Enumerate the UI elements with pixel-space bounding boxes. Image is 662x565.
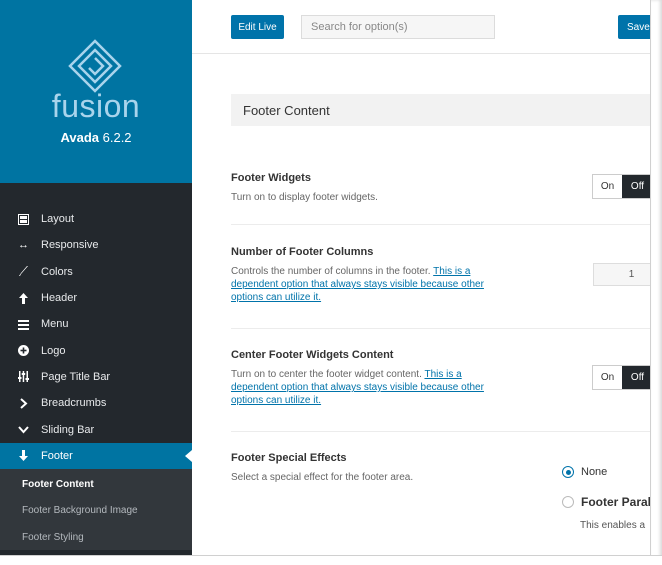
sidebar-item-logo[interactable]: Logo — [0, 337, 192, 363]
option-title: Footer Special Effects — [231, 452, 347, 464]
sidebar: fusion Avada 6.2.2 Layout ↔ Responsive C… — [0, 0, 192, 565]
option-description: Turn on to center the footer widget cont… — [231, 368, 496, 407]
logo-wordmark: fusion — [51, 88, 141, 124]
arrow-up-icon — [17, 292, 30, 305]
toggle-off[interactable]: Off — [622, 175, 653, 198]
radio-label: Footer Parall — [581, 495, 655, 509]
sidebar-item-label: Sliding Bar — [41, 423, 95, 436]
search-input[interactable] — [301, 15, 495, 39]
sidebar-item-label: Header — [41, 292, 78, 305]
fusion-logo-icon — [68, 39, 122, 93]
chevron-down-icon — [17, 423, 30, 436]
product-version: Avada 6.2.2 — [0, 130, 192, 145]
radio-none[interactable]: None — [562, 466, 607, 478]
submenu-item-footer-styling[interactable]: Footer Styling — [0, 524, 192, 551]
version-number: 6.2.2 — [102, 130, 132, 145]
sidebar-item-label: Menu — [41, 318, 69, 331]
description-text: Turn on to center the footer widget cont… — [231, 369, 422, 380]
toggle-off[interactable]: Off — [622, 366, 653, 389]
sidebar-item-label: Responsive — [41, 239, 99, 252]
option-footer-columns: Number of Footer Columns Controls the nu… — [231, 246, 662, 329]
radio-unselected-icon — [562, 496, 574, 508]
options-panel: Footer Content Footer Widgets Turn on to… — [192, 55, 662, 565]
footer-submenu: Footer Content Footer Background Image F… — [0, 468, 192, 551]
option-footer-widgets: Footer Widgets Turn on to display footer… — [231, 172, 662, 225]
option-center-footer-widgets: Center Footer Widgets Content Turn on to… — [231, 349, 662, 432]
sidebar-item-layout[interactable]: Layout — [0, 206, 192, 232]
window-bottom-edge — [0, 555, 662, 565]
sidebar-item-label: Page Title Bar — [41, 370, 111, 383]
radio-footer-parallax[interactable]: Footer Parall — [562, 495, 654, 509]
sidebar-item-sliding-bar[interactable]: Sliding Bar — [0, 416, 192, 442]
sidebar-item-colors[interactable]: Colors — [0, 259, 192, 285]
hamburger-icon — [17, 318, 30, 331]
option-footer-special-effects: Footer Special Effects Select a special … — [231, 452, 662, 562]
sidebar-item-header[interactable]: Header — [0, 285, 192, 311]
parallax-description: This enables a — [580, 520, 646, 531]
sidebar-item-label: Breadcrumbs — [41, 397, 107, 410]
plus-circle-icon — [17, 344, 30, 357]
radio-label: None — [581, 466, 608, 478]
sidebar-item-menu[interactable]: Menu — [0, 311, 192, 337]
brand-panel: fusion Avada 6.2.2 — [0, 0, 192, 183]
submenu-item-footer-background-image[interactable]: Footer Background Image — [0, 497, 192, 524]
edit-live-button[interactable]: Edit Live — [231, 15, 284, 39]
submenu-item-footer-content[interactable]: Footer Content — [0, 471, 192, 498]
description-text: Controls the number of columns in the fo… — [231, 266, 431, 277]
section-title: Footer Content — [231, 94, 662, 126]
sidebar-item-label: Layout — [41, 213, 75, 226]
center-widgets-toggle[interactable]: On Off — [592, 365, 654, 390]
sidebar-item-breadcrumbs[interactable]: Breadcrumbs — [0, 390, 192, 416]
arrow-down-icon — [17, 449, 30, 462]
option-title: Number of Footer Columns — [231, 246, 374, 258]
sidebar-item-label: Footer — [41, 449, 73, 462]
option-description: Turn on to display footer widgets. — [231, 192, 378, 203]
toggle-on[interactable]: On — [593, 366, 622, 389]
sliders-icon — [17, 370, 30, 383]
layout-icon — [17, 213, 30, 226]
option-description: Controls the number of columns in the fo… — [231, 265, 496, 304]
product-name: Avada — [60, 130, 99, 145]
arrows-horizontal-icon: ↔ — [18, 239, 29, 252]
footer-widgets-toggle[interactable]: On Off — [592, 174, 654, 199]
option-title: Center Footer Widgets Content — [231, 349, 394, 361]
sidebar-item-label: Colors — [41, 265, 73, 278]
option-description: Select a special effect for the footer a… — [231, 472, 414, 483]
sidebar-item-responsive[interactable]: ↔ Responsive — [0, 232, 192, 258]
top-toolbar: Edit Live Save — [192, 0, 662, 54]
window-edge — [650, 0, 662, 565]
chevron-right-icon — [17, 397, 30, 410]
brush-icon — [17, 265, 30, 278]
toggle-on[interactable]: On — [593, 175, 622, 198]
radio-selected-icon — [562, 466, 574, 478]
options-menu: Layout ↔ Responsive Colors Header Menu L… — [0, 206, 192, 551]
sidebar-item-footer[interactable]: Footer — [0, 442, 192, 469]
sidebar-item-page-title-bar[interactable]: Page Title Bar — [0, 364, 192, 390]
sidebar-item-label: Logo — [41, 344, 66, 357]
